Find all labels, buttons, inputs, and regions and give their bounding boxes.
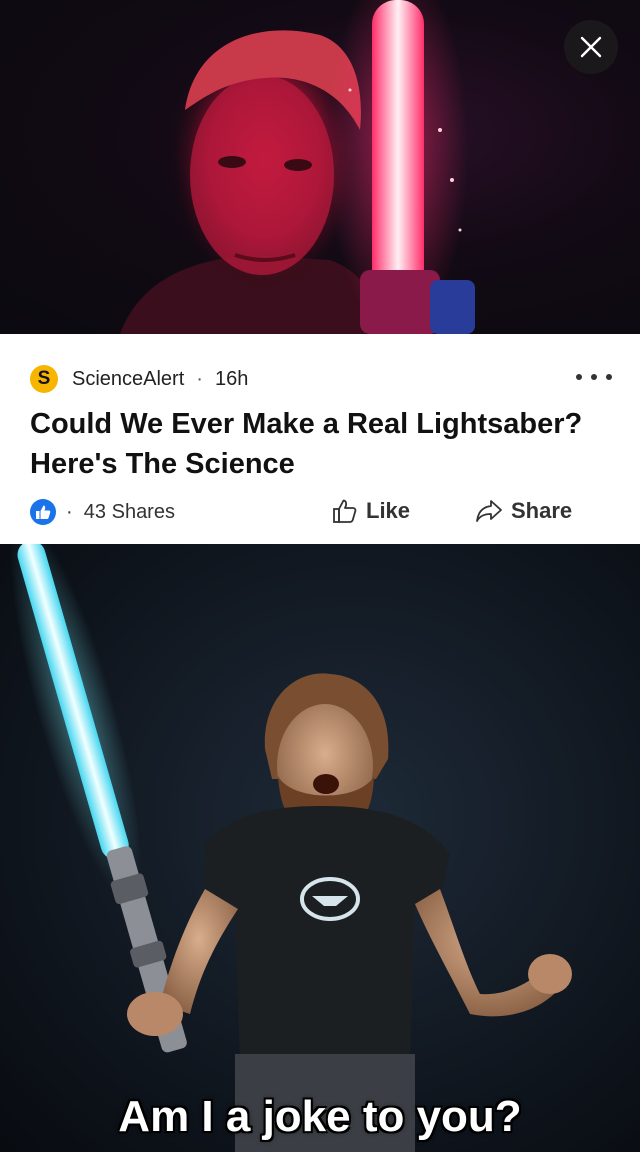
meme-caption: Am I a joke to you? — [118, 1092, 522, 1141]
thumbs-up-icon — [36, 505, 51, 519]
thumbs-up-icon — [333, 499, 357, 523]
like-button[interactable]: Like — [332, 498, 410, 524]
red-lightsaber-photo — [120, 0, 475, 334]
more-icon-dot — [606, 374, 612, 380]
share-label: Share — [511, 498, 573, 523]
share-arrow-icon — [476, 500, 502, 522]
share-count: · 43 Shares — [66, 501, 175, 524]
more-icon-dot — [591, 374, 597, 380]
article-thumbnail[interactable] — [0, 0, 640, 334]
article-card[interactable]: S ScienceAlert · 16h Could We Ever Make … — [0, 334, 640, 544]
more-icon — [576, 374, 582, 380]
meme-image: Am I a joke to you? — [0, 544, 640, 1152]
separator-dot: · — [196, 367, 203, 390]
source-row: S ScienceAlert · 16h — [30, 364, 248, 394]
engagement-row: · 43 Shares Like Share — [30, 498, 590, 528]
source-name[interactable]: ScienceAlert — [72, 368, 184, 391]
share-count-label: 43 Shares — [83, 501, 175, 523]
close-icon — [580, 36, 602, 58]
separator-dot: · — [66, 501, 73, 523]
article-headline[interactable]: Could We Ever Make a Real Lightsaber? He… — [30, 404, 590, 484]
more-options-button[interactable] — [576, 364, 612, 390]
close-button[interactable] — [564, 20, 618, 74]
source-logo-icon: S — [30, 365, 58, 393]
post-time: 16h — [214, 367, 249, 390]
share-button[interactable]: Share — [475, 498, 572, 524]
blue-lightsaber-photo — [9, 544, 572, 1152]
like-reaction-icon — [30, 499, 56, 525]
like-label: Like — [366, 498, 411, 523]
